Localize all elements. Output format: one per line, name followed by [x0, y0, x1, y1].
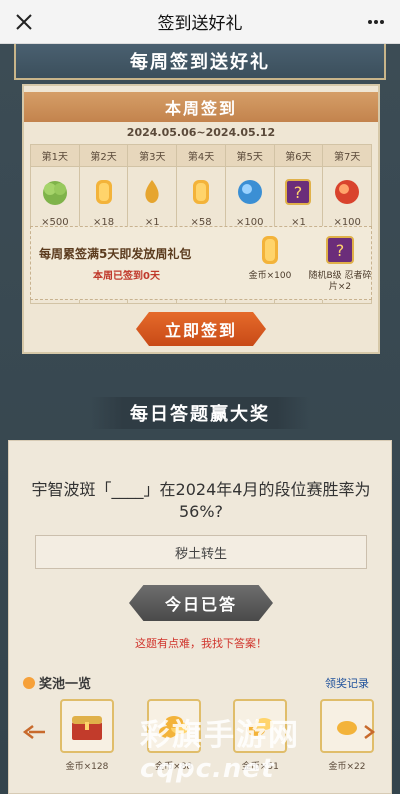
coin-stack-icon [95, 180, 112, 204]
day-label: 第1天 [31, 145, 79, 167]
progress-suffix: 天 [149, 271, 160, 282]
prize-label: 金币×88 [155, 762, 193, 772]
coin-stack-icon [193, 180, 210, 204]
prize-label: 金币×128 [65, 762, 109, 772]
gold-drop-icon [145, 180, 159, 203]
bonus-reward-label: 金币×100 [248, 271, 292, 281]
answer-option[interactable]: 秽土转生 [35, 535, 367, 569]
checkin-button[interactable]: 立即签到 [136, 312, 266, 346]
blue-orb-icon [237, 180, 262, 204]
coin-stack-icon [262, 236, 278, 264]
quiz-question: 宇智波斑「____」在2024年4月的段位赛胜率为56%? [31, 480, 371, 521]
progress-value: 0 [143, 271, 150, 282]
cabbage-icon [42, 181, 67, 205]
weekly-bonus-box: 每周累签满5天即发放周礼包 本周已签到0天 金币×100 ? 随机B级 忍者碎片… [30, 226, 372, 300]
coin-dot-icon [23, 676, 35, 689]
prize-item: 金币×51 [230, 699, 290, 789]
prize-item: 金币×88 [144, 699, 204, 789]
prize-pool-list: 金币×128 金币×88 金币×51 金币×22 [57, 699, 377, 789]
svg-text:?: ? [336, 241, 345, 260]
prize-item: 金币×22 [317, 699, 377, 789]
prize-card [233, 699, 288, 753]
day-label: 第5天 [225, 145, 274, 167]
arrow-right-icon[interactable] [359, 723, 379, 741]
prize-card [60, 699, 114, 753]
progress-prefix: 本周已签到 [93, 271, 143, 282]
bonus-reward-coins: 金币×100 [235, 233, 305, 282]
bonus-reward-label: 随机B级 忍者碎片×2 [308, 271, 372, 292]
weekly-section-header: 每周签到送好礼 [14, 44, 386, 80]
close-icon[interactable] [12, 10, 36, 34]
app-titlebar: 签到送好礼 [0, 0, 400, 44]
this-week-banner: 本周签到 [24, 92, 378, 122]
prize-label: 金币×51 [241, 762, 279, 772]
arrow-left-icon[interactable] [21, 723, 47, 741]
svg-text:?: ? [294, 183, 303, 202]
mystery-shard-icon: ? [285, 179, 312, 205]
day-label: 第4天 [177, 145, 225, 167]
prize-card [146, 699, 201, 753]
treasure-chest-icon [72, 716, 102, 740]
day-label: 第3天 [128, 145, 177, 167]
weekly-checkin-card: 本周签到 2024.05.06~2024.05.12 第1天 ×500 第2天 … [22, 84, 380, 354]
page-title: 签到送好礼 [157, 14, 243, 34]
coin-pile-icon [247, 718, 274, 736]
prize-pool-title: 奖池一览 [39, 677, 92, 692]
prize-record-link[interactable]: 领奖记录 [325, 675, 369, 691]
mystery-shard-icon: ? [326, 236, 354, 264]
red-orb-icon [335, 180, 360, 204]
quiz-banner-text: 每日答题赢大奖 [90, 397, 310, 429]
more-icon[interactable] [366, 12, 386, 32]
quiz-card: 宇智波斑「____」在2024年4月的段位赛胜率为56%? 秽土转生 今日已答 … [8, 440, 392, 794]
quiz-section-banner: 每日答题赢大奖 [0, 397, 400, 429]
prize-label: 金币×22 [328, 762, 366, 772]
day-label: 第6天 [274, 145, 323, 167]
prize-item: 金币×128 [57, 699, 117, 789]
coin-pile-icon [158, 716, 189, 738]
answered-button[interactable]: 今日已答 [129, 585, 273, 621]
day-label: 第2天 [79, 145, 128, 167]
prize-pool-header: 奖池一览 [23, 673, 91, 692]
bonus-progress: 本周已签到0天 [93, 267, 160, 282]
hint-link[interactable]: 这题有点难，我找下答案！ [9, 635, 393, 651]
day-label: 第7天 [323, 145, 372, 167]
bonus-title: 每周累签满5天即发放周礼包 [39, 247, 192, 261]
bonus-reward-shard: ? 随机B级 忍者碎片×2 [305, 233, 375, 293]
date-range: 2024.05.06~2024.05.12 [126, 126, 276, 139]
